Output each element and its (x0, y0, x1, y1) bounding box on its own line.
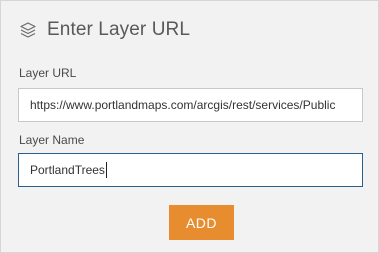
layer-name-value: PortlandTrees (30, 163, 105, 177)
panel-title: Enter Layer URL (47, 19, 191, 40)
layer-url-label: Layer URL (19, 66, 77, 80)
layers-icon (19, 21, 37, 39)
layer-name-input[interactable]: PortlandTrees (18, 153, 363, 187)
add-button[interactable]: ADD (169, 205, 234, 240)
layer-url-input[interactable]: https://www.portlandmaps.com/arcgis/rest… (18, 88, 363, 122)
add-layer-panel: Enter Layer URL Layer URL https://www.po… (0, 0, 379, 253)
panel-header: Enter Layer URL (19, 19, 190, 41)
layer-url-value: https://www.portlandmaps.com/arcgis/rest… (30, 98, 336, 112)
layer-name-label: Layer Name (19, 133, 85, 147)
text-caret (105, 162, 107, 178)
